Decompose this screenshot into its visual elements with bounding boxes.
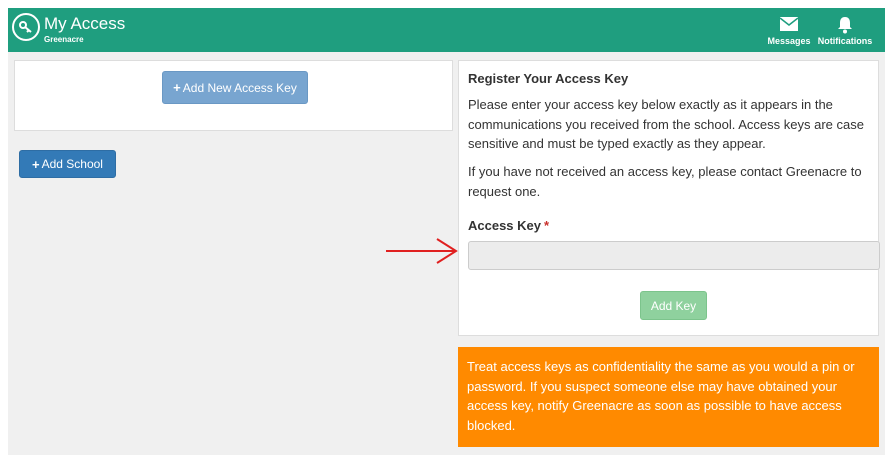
access-key-label: Access Key * — [468, 218, 549, 233]
messages-label: Messages — [767, 36, 811, 46]
plus-icon: + — [173, 80, 181, 95]
school-name: Greenacre — [44, 35, 84, 44]
app-title: My Access — [44, 14, 126, 33]
add-key-button[interactable]: Add Key — [640, 291, 707, 320]
required-asterisk: * — [544, 218, 550, 233]
notifications-label: Notifications — [817, 36, 873, 46]
envelope-icon — [766, 16, 812, 36]
add-school-button[interactable]: + Add School — [19, 150, 116, 178]
panel-title: Register Your Access Key — [468, 71, 629, 86]
contact-text: If you have not received an access key, … — [468, 164, 862, 199]
bell-icon — [817, 16, 873, 36]
notifications-button[interactable]: Notifications — [817, 16, 873, 46]
messages-button[interactable]: Messages — [766, 16, 812, 46]
security-warning: Treat access keys as confidentiality the… — [458, 347, 879, 447]
top-bar: My Access Greenacre Messages Notificatio… — [8, 8, 885, 52]
plus-icon: + — [32, 156, 40, 172]
access-keys-panel: + Add New Access Key — [14, 60, 453, 131]
annotation-arrow-icon — [386, 238, 458, 264]
access-key-label-text: Access Key — [468, 218, 541, 233]
register-access-key-panel: Register Your Access Key Please enter yo… — [458, 60, 880, 336]
add-school-button-label: Add School — [41, 157, 103, 171]
add-key-button-label: Add New Access Key — [182, 80, 297, 95]
instructions-text: Please enter your access key below exact… — [468, 97, 864, 151]
access-key-input[interactable] — [468, 241, 880, 270]
add-new-access-key-button[interactable]: + Add New Access Key — [162, 71, 308, 104]
logo-icon[interactable] — [12, 13, 40, 41]
